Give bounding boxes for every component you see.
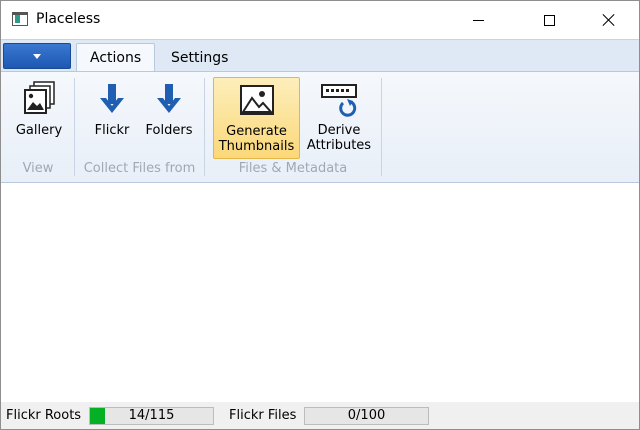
derive-attributes-button[interactable]: Derive Attributes: [305, 77, 373, 159]
group-label-view: View: [22, 161, 54, 176]
close-button[interactable]: [586, 1, 632, 39]
ribbon-panel: Gallery View Flickr Folders Collect File…: [1, 71, 639, 183]
tab-actions[interactable]: Actions: [76, 43, 156, 72]
group-label-files-metadata: Files & Metadata: [238, 161, 348, 176]
arrow-down-icon: [92, 79, 132, 119]
flickr-files-label: Flickr Files: [229, 408, 297, 423]
application-menu-button[interactable]: [3, 43, 71, 69]
refresh-field-icon: [319, 79, 359, 119]
generate-thumbnails-button[interactable]: Generate Thumbnails: [213, 77, 300, 159]
group-separator: [381, 78, 382, 176]
folders-button[interactable]: Folders: [139, 77, 199, 159]
gallery-icon: [19, 79, 59, 119]
minimize-icon: [472, 19, 484, 21]
status-bar: Flickr Roots 14/115 Flickr Files 0/100: [1, 402, 639, 429]
flickr-roots-progress-text: 14/115: [128, 408, 175, 423]
app-window: Placeless Actions Settings Gallery View …: [0, 0, 640, 430]
gallery-button-label: Gallery: [15, 123, 63, 138]
maximize-button[interactable]: [526, 1, 572, 39]
folders-button-label: Folders: [145, 123, 193, 138]
main-content-area[interactable]: [1, 184, 639, 402]
flickr-roots-label: Flickr Roots: [6, 408, 82, 423]
maximize-icon: [543, 14, 555, 26]
flickr-button[interactable]: Flickr: [89, 77, 135, 159]
app-window-icon[interactable]: [12, 12, 28, 26]
minimize-button[interactable]: [455, 1, 501, 39]
flickr-files-progress-text: 0/100: [347, 408, 386, 423]
ribbon-group-collect: Flickr Folders Collect Files from: [75, 72, 204, 182]
derive-attributes-label: Derive Attributes: [306, 123, 372, 153]
arrow-down-icon: [149, 79, 189, 119]
flickr-button-label: Flickr: [94, 123, 130, 138]
close-icon: [602, 13, 616, 27]
tab-settings[interactable]: Settings: [158, 43, 241, 72]
ribbon-group-view: Gallery View: [1, 72, 75, 182]
ribbon-group-files-metadata: Generate Thumbnails Derive Attributes Fi…: [205, 72, 381, 182]
group-label-collect: Collect Files from: [83, 161, 196, 176]
dropdown-arrow-icon: [33, 53, 41, 59]
flickr-roots-progress: 14/115: [89, 407, 214, 425]
window-title: Placeless: [36, 11, 101, 27]
gallery-button[interactable]: Gallery: [11, 77, 67, 159]
image-icon: [237, 80, 277, 120]
title-bar[interactable]: Placeless: [1, 1, 639, 39]
flickr-files-progress: 0/100: [304, 407, 429, 425]
generate-thumbnails-label: Generate Thumbnails: [218, 124, 295, 154]
ribbon-tab-row: Actions Settings: [1, 39, 639, 72]
